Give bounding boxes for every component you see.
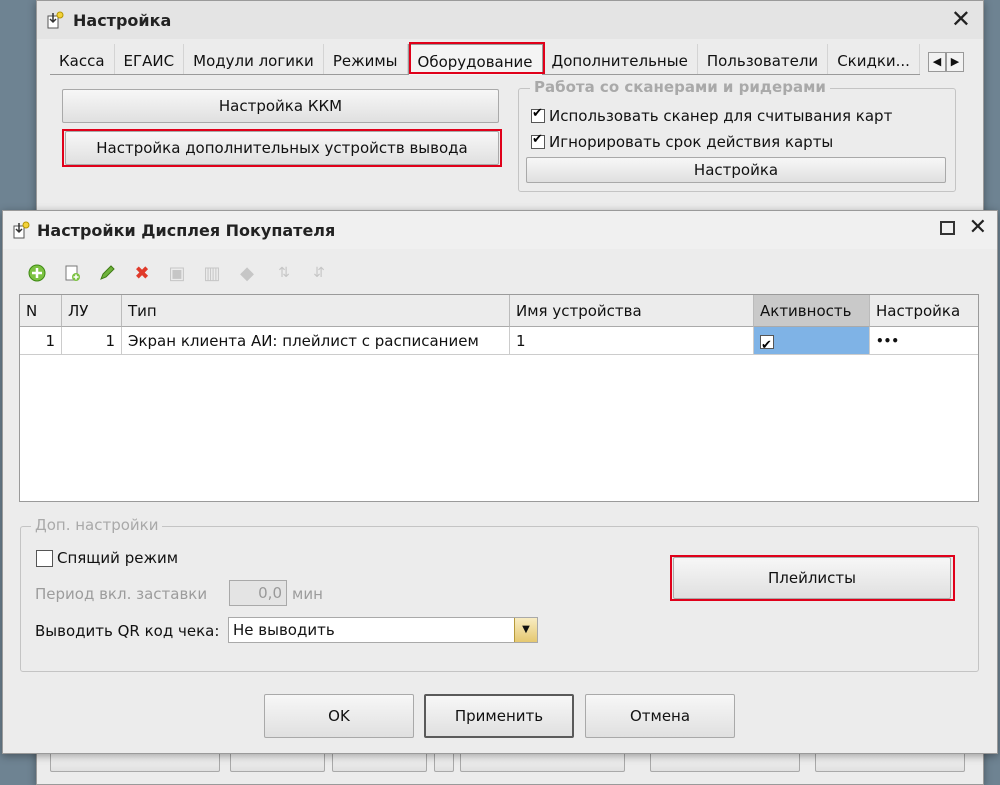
app-icon: [47, 11, 64, 29]
scanners-group-legend: Работа со сканерами и ридерами: [530, 78, 830, 96]
ok-button[interactable]: OK: [264, 694, 414, 738]
outer-bottom-strip: [50, 752, 980, 776]
tab-scroll-left-icon[interactable]: ◀: [928, 52, 946, 72]
chevron-down-icon[interactable]: ▼: [514, 618, 537, 642]
cell-settings[interactable]: •••: [870, 327, 978, 355]
outer-bottom-button-4[interactable]: [434, 752, 454, 772]
close-icon[interactable]: ✕: [951, 5, 971, 33]
sleep-mode-row: Спящий режим: [36, 549, 178, 567]
qr-select-value: Не выводить: [233, 621, 335, 639]
maximize-icon[interactable]: [940, 221, 955, 235]
outer-bottom-button-1[interactable]: [50, 752, 220, 772]
outer-bottom-button-7[interactable]: [815, 752, 965, 772]
edit-icon[interactable]: [96, 262, 118, 284]
dialog-title: Настройки Дисплея Покупателя: [37, 220, 336, 240]
screensaver-label: Период вкл. заставки: [35, 585, 208, 603]
settings-tabs: Касса ЕГАИС Модули логики Режимы Оборудо…: [50, 44, 920, 75]
sort-desc-icon: ⇵: [313, 265, 325, 281]
col-header-lu[interactable]: ЛУ: [62, 295, 122, 327]
ignore-expiry-checkbox[interactable]: [531, 132, 545, 149]
col-header-device-name[interactable]: Имя устройства: [510, 295, 754, 327]
cell-device-name: 1: [510, 327, 754, 355]
tab-discounts[interactable]: Скидки...: [828, 44, 920, 74]
extra-settings-legend: Доп. настройки: [31, 516, 163, 534]
cell-lu: 1: [62, 327, 122, 355]
dialog-app-icon: [13, 221, 30, 239]
kkm-setup-button[interactable]: Настройка ККМ: [62, 89, 499, 123]
playlists-button[interactable]: Плейлисты: [673, 557, 951, 599]
cell-active[interactable]: [754, 327, 870, 355]
outer-bottom-button-3[interactable]: [332, 752, 427, 772]
qr-label: Выводить QR код чека:: [35, 622, 220, 640]
settings-title: Настройка: [73, 10, 172, 30]
tab-egais[interactable]: ЕГАИС: [115, 44, 185, 74]
outer-bottom-button-6[interactable]: [650, 752, 800, 772]
trash-icon: ▥: [203, 262, 221, 284]
col-header-type[interactable]: Тип: [122, 295, 510, 327]
tab-additional[interactable]: Дополнительные: [543, 44, 698, 74]
ignore-expiry-row: Игнорировать срок действия карты: [531, 132, 834, 151]
devices-table: N ЛУ Тип Имя устройства Активность Настр…: [19, 294, 979, 502]
dialog-titlebar: Настройки Дисплея Покупателя ✕: [3, 211, 997, 249]
col-header-active[interactable]: Активность: [754, 295, 870, 327]
tab-logic-modules[interactable]: Модули логики: [184, 44, 324, 74]
apply-button[interactable]: Применить: [424, 694, 574, 738]
ignore-expiry-label: Игнорировать срок действия карты: [549, 133, 834, 151]
cell-type: Экран клиента АИ: плейлист с расписанием: [122, 327, 510, 355]
use-scanner-label: Использовать сканер для считывания карт: [549, 107, 893, 125]
col-header-n[interactable]: N: [20, 295, 62, 327]
sleep-mode-checkbox[interactable]: [36, 549, 53, 567]
add-icon[interactable]: [26, 262, 48, 284]
cell-n: 1: [20, 327, 62, 355]
tab-kassa[interactable]: Касса: [50, 44, 115, 74]
screensaver-unit: мин: [292, 585, 323, 603]
sleep-mode-label: Спящий режим: [57, 549, 179, 567]
settings-titlebar: Настройка ✕: [37, 1, 983, 39]
sort-asc-icon: ⇅: [278, 265, 290, 281]
tab-modes[interactable]: Режимы: [324, 44, 408, 74]
dialog-close-icon[interactable]: ✕: [969, 215, 987, 240]
extra-devices-setup-button[interactable]: Настройка дополнительных устройств вывод…: [65, 131, 499, 165]
use-scanner-row: Использовать сканер для считывания карт: [531, 106, 893, 125]
col-header-settings[interactable]: Настройка: [870, 295, 978, 327]
copy-icon[interactable]: [61, 262, 83, 284]
tab-scroll-right-icon[interactable]: ▶: [946, 52, 964, 72]
filter-icon: ◆: [240, 262, 254, 284]
outer-bottom-button-5[interactable]: [460, 752, 625, 772]
tab-equipment[interactable]: Оборудование: [407, 44, 543, 75]
cancel-button[interactable]: Отмена: [585, 694, 735, 738]
delete-icon[interactable]: ✖: [131, 262, 153, 284]
outer-bottom-button-2[interactable]: [230, 752, 325, 772]
save-icon: ▣: [168, 262, 186, 284]
tab-users[interactable]: Пользователи: [698, 44, 829, 74]
use-scanner-checkbox[interactable]: [531, 106, 545, 123]
active-checkbox[interactable]: [760, 332, 774, 354]
scanner-setup-button[interactable]: Настройка: [526, 157, 946, 183]
qr-select[interactable]: Не выводить ▼: [228, 617, 538, 643]
screensaver-input[interactable]: 0,0: [229, 580, 287, 606]
